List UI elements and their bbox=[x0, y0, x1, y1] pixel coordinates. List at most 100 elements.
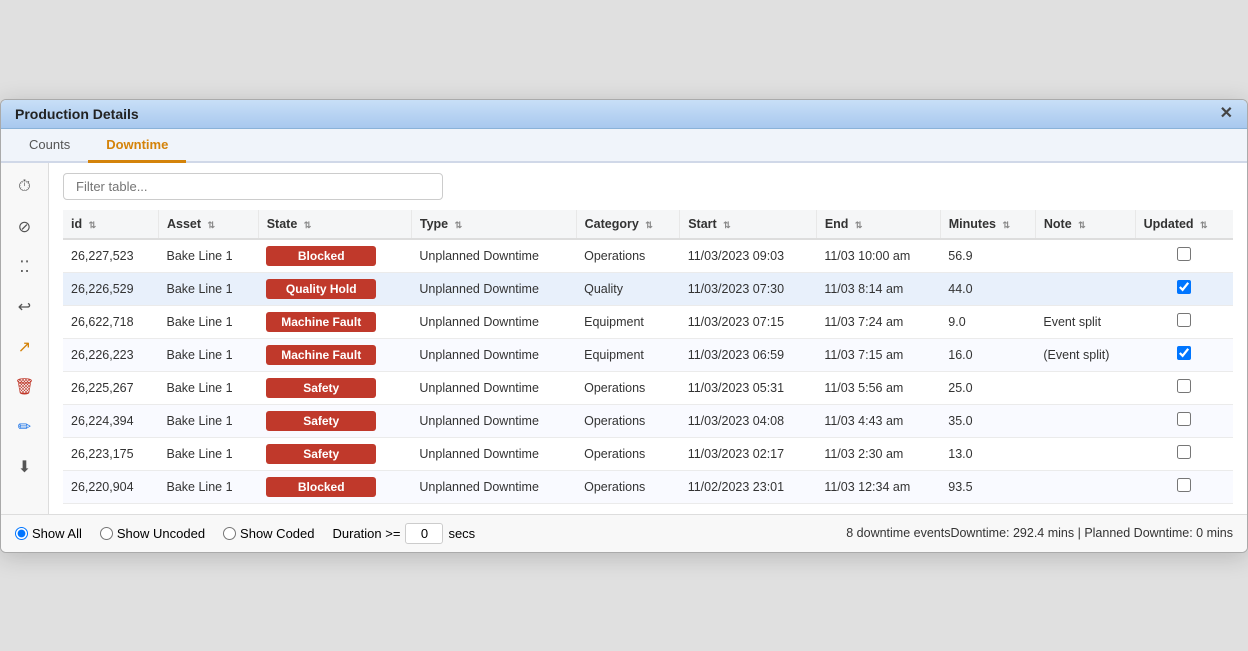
filter-bar bbox=[63, 173, 1233, 200]
col-state[interactable]: State ⇅ bbox=[258, 210, 411, 239]
table-row[interactable]: 26,227,523 Bake Line 1 Blocked Unplanned… bbox=[63, 239, 1233, 273]
filter-input[interactable] bbox=[63, 173, 443, 200]
show-all-radio[interactable]: Show All bbox=[15, 526, 82, 541]
ban-icon[interactable]: ⊘ bbox=[11, 213, 39, 241]
cell-start: 11/03/2023 09:03 bbox=[680, 239, 817, 273]
col-end[interactable]: End ⇅ bbox=[816, 210, 940, 239]
col-category[interactable]: Category ⇅ bbox=[576, 210, 680, 239]
cell-note: Event split bbox=[1035, 305, 1135, 338]
updated-checkbox[interactable] bbox=[1177, 247, 1191, 261]
cell-start: 11/03/2023 05:31 bbox=[680, 371, 817, 404]
state-badge: Blocked bbox=[266, 246, 376, 266]
footer-summary: 8 downtime eventsDowntime: 292.4 mins | … bbox=[846, 526, 1233, 540]
cell-asset: Bake Line 1 bbox=[159, 305, 259, 338]
sort-icon-category: ⇅ bbox=[645, 220, 653, 231]
duration-label: Duration >= bbox=[333, 526, 401, 541]
table-row[interactable]: 26,622,718 Bake Line 1 Machine Fault Unp… bbox=[63, 305, 1233, 338]
updated-checkbox[interactable] bbox=[1177, 412, 1191, 426]
duration-input[interactable] bbox=[405, 523, 443, 544]
split-icon[interactable]: ↗ bbox=[11, 333, 39, 361]
cell-id: 26,226,529 bbox=[63, 272, 159, 305]
state-badge: Safety bbox=[266, 444, 376, 464]
table-row[interactable]: 26,223,175 Bake Line 1 Safety Unplanned … bbox=[63, 437, 1233, 470]
sort-icon-minutes: ⇅ bbox=[1002, 220, 1010, 231]
delete-icon[interactable]: 🗑 bbox=[11, 373, 39, 401]
col-asset[interactable]: Asset ⇅ bbox=[159, 210, 259, 239]
downtime-table: id ⇅ Asset ⇅ State ⇅ Type ⇅ Category ⇅ S… bbox=[63, 210, 1233, 504]
table-row[interactable]: 26,225,267 Bake Line 1 Safety Unplanned … bbox=[63, 371, 1233, 404]
cell-minutes: 93.5 bbox=[940, 470, 1035, 503]
col-id[interactable]: id ⇅ bbox=[63, 210, 159, 239]
show-all-label: Show All bbox=[32, 526, 82, 541]
cell-state: Machine Fault bbox=[258, 305, 411, 338]
col-note[interactable]: Note ⇅ bbox=[1035, 210, 1135, 239]
cell-updated[interactable] bbox=[1135, 371, 1233, 404]
cell-updated[interactable] bbox=[1135, 305, 1233, 338]
undo-icon[interactable]: ↩ bbox=[11, 293, 39, 321]
cell-category: Quality bbox=[576, 272, 680, 305]
updated-checkbox[interactable] bbox=[1177, 445, 1191, 459]
updated-checkbox[interactable] bbox=[1177, 346, 1191, 360]
cell-type: Unplanned Downtime bbox=[411, 272, 576, 305]
show-coded-radio[interactable]: Show Coded bbox=[223, 526, 314, 541]
cell-category: Operations bbox=[576, 437, 680, 470]
col-start[interactable]: Start ⇅ bbox=[680, 210, 817, 239]
cell-updated[interactable] bbox=[1135, 437, 1233, 470]
updated-checkbox[interactable] bbox=[1177, 379, 1191, 393]
cell-updated[interactable] bbox=[1135, 272, 1233, 305]
clock-icon[interactable]: ⏱ bbox=[11, 173, 39, 201]
sort-icon-updated: ⇅ bbox=[1200, 220, 1208, 231]
grid-icon[interactable]: ⁚⁚ bbox=[11, 253, 39, 281]
cell-updated[interactable] bbox=[1135, 338, 1233, 371]
cell-asset: Bake Line 1 bbox=[159, 437, 259, 470]
download-icon[interactable]: ⬇ bbox=[11, 453, 39, 481]
sort-icon-note: ⇅ bbox=[1078, 220, 1086, 231]
col-minutes[interactable]: Minutes ⇅ bbox=[940, 210, 1035, 239]
cell-id: 26,224,394 bbox=[63, 404, 159, 437]
show-uncoded-radio[interactable]: Show Uncoded bbox=[100, 526, 205, 541]
updated-checkbox[interactable] bbox=[1177, 478, 1191, 492]
cell-end: 11/03 12:34 am bbox=[816, 470, 940, 503]
cell-minutes: 35.0 bbox=[940, 404, 1035, 437]
col-type[interactable]: Type ⇅ bbox=[411, 210, 576, 239]
cell-state: Machine Fault bbox=[258, 338, 411, 371]
table-row[interactable]: 26,220,904 Bake Line 1 Blocked Unplanned… bbox=[63, 470, 1233, 503]
cell-category: Operations bbox=[576, 470, 680, 503]
main-content: id ⇅ Asset ⇅ State ⇅ Type ⇅ Category ⇅ S… bbox=[49, 163, 1247, 514]
cell-state: Safety bbox=[258, 437, 411, 470]
table-header-row: id ⇅ Asset ⇅ State ⇅ Type ⇅ Category ⇅ S… bbox=[63, 210, 1233, 239]
table-row[interactable]: 26,226,223 Bake Line 1 Machine Fault Unp… bbox=[63, 338, 1233, 371]
cell-id: 26,227,523 bbox=[63, 239, 159, 273]
cell-updated[interactable] bbox=[1135, 470, 1233, 503]
cell-updated[interactable] bbox=[1135, 404, 1233, 437]
cell-asset: Bake Line 1 bbox=[159, 371, 259, 404]
state-badge: Safety bbox=[266, 411, 376, 431]
state-badge: Blocked bbox=[266, 477, 376, 497]
cell-minutes: 9.0 bbox=[940, 305, 1035, 338]
updated-checkbox[interactable] bbox=[1177, 313, 1191, 327]
edit-icon[interactable]: ✏ bbox=[11, 413, 39, 441]
table-row[interactable]: 26,224,394 Bake Line 1 Safety Unplanned … bbox=[63, 404, 1233, 437]
cell-state: Safety bbox=[258, 371, 411, 404]
tab-bar: Counts Downtime bbox=[1, 129, 1247, 163]
cell-note bbox=[1035, 404, 1135, 437]
sidebar: ⏱ ⊘ ⁚⁚ ↩ ↗ 🗑 ✏ ⬇ bbox=[1, 163, 49, 514]
production-details-modal: Production Details ✕ Counts Downtime ⏱ ⊘… bbox=[0, 99, 1248, 553]
cell-updated[interactable] bbox=[1135, 239, 1233, 273]
cell-note bbox=[1035, 371, 1135, 404]
cell-start: 11/03/2023 02:17 bbox=[680, 437, 817, 470]
tab-downtime[interactable]: Downtime bbox=[88, 129, 186, 163]
cell-type: Unplanned Downtime bbox=[411, 338, 576, 371]
modal-title: Production Details bbox=[15, 106, 139, 122]
col-updated[interactable]: Updated ⇅ bbox=[1135, 210, 1233, 239]
cell-end: 11/03 10:00 am bbox=[816, 239, 940, 273]
cell-asset: Bake Line 1 bbox=[159, 338, 259, 371]
cell-note bbox=[1035, 470, 1135, 503]
cell-end: 11/03 2:30 am bbox=[816, 437, 940, 470]
tab-counts[interactable]: Counts bbox=[11, 129, 88, 163]
sort-icon-state: ⇅ bbox=[304, 220, 312, 231]
close-button[interactable]: ✕ bbox=[1220, 106, 1233, 122]
table-row[interactable]: 26,226,529 Bake Line 1 Quality Hold Unpl… bbox=[63, 272, 1233, 305]
updated-checkbox[interactable] bbox=[1177, 280, 1191, 294]
sort-icon-end: ⇅ bbox=[855, 220, 863, 231]
